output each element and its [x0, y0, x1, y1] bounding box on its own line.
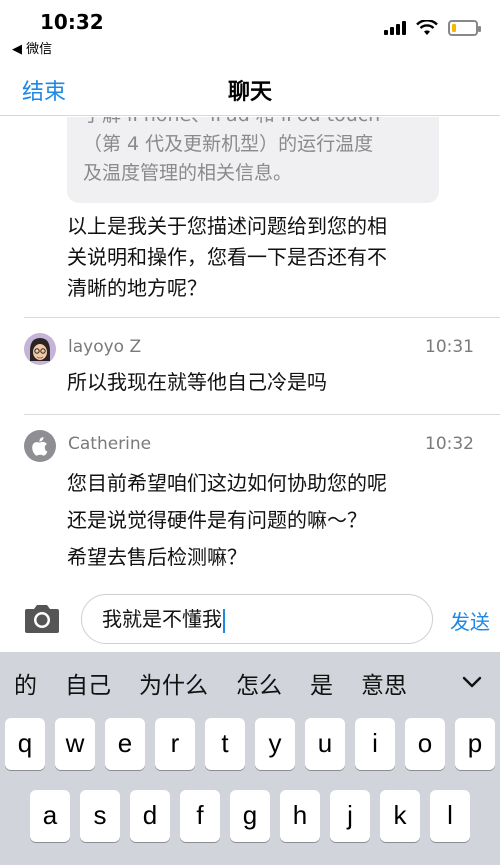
camera-icon[interactable] [22, 603, 62, 635]
key-o[interactable]: o [405, 718, 445, 770]
sender-name: Catherine [68, 434, 152, 454]
key-i[interactable]: i [355, 718, 395, 770]
candidate-word[interactable]: 怎么 [222, 666, 296, 700]
candidate-word[interactable]: 是 [296, 666, 347, 700]
message-time: 10:32 [425, 434, 474, 454]
message-header: Catherine 10:32 [24, 430, 474, 462]
quoted-line: （第 4 代及更新机型）的运行温度 [83, 133, 374, 155]
message-line: 还是说觉得硬件是有问题的嘛～？ [67, 508, 367, 532]
status-bar: 10:32 ◀ 微信 [0, 0, 500, 62]
status-icons [384, 20, 481, 36]
key-q[interactable]: q [5, 718, 45, 770]
key-l[interactable]: l [430, 790, 470, 842]
key-row-1: qwertyuiop [0, 718, 500, 770]
message-line: 您目前希望咱们这边如何协助您的呢 [67, 471, 387, 495]
key-t[interactable]: t [205, 718, 245, 770]
nav-bar: 结束 聊天 [0, 62, 500, 116]
message-line: 清晰的地方呢？ [67, 276, 207, 300]
key-e[interactable]: e [105, 718, 145, 770]
message-line: 关说明和操作，您看一下是否还有不 [67, 245, 387, 269]
quoted-line: 了解 iPhone、iPad 和 iPod touch [83, 117, 423, 130]
message-divider [24, 414, 500, 415]
key-u[interactable]: u [305, 718, 345, 770]
key-p[interactable]: p [455, 718, 495, 770]
key-y[interactable]: y [255, 718, 295, 770]
back-to-app-link[interactable]: ◀ 微信 [12, 38, 52, 57]
chat-transcript[interactable]: 了解 iPhone、iPad 和 iPod touch （第 4 代及更新机型）… [0, 117, 500, 590]
message-header: layoyo Z 10:31 [24, 333, 474, 365]
quoted-line: 及温度管理的相关信息。 [83, 162, 293, 184]
battery-icon [448, 20, 481, 36]
key-k[interactable]: k [380, 790, 420, 842]
candidate-word[interactable]: 自己 [51, 666, 125, 700]
key-h[interactable]: h [280, 790, 320, 842]
message-line: 所以我现在就等他自己冷是吗 [67, 370, 327, 394]
candidate-bar: 的 自己 为什么 怎么 是 意思 [0, 652, 500, 714]
key-g[interactable]: g [230, 790, 270, 842]
candidate-word[interactable]: 为什么 [125, 666, 222, 700]
memoji-avatar [24, 333, 56, 365]
agent-message: 以上是我关于您描述问题给到您的相 关说明和操作，您看一下是否还有不 清晰的地方呢… [67, 211, 467, 304]
key-row-2: asdfghjkl [0, 790, 500, 842]
page-title: 聊天 [227, 80, 272, 105]
message-line: 以上是我关于您描述问题给到您的相 [67, 214, 387, 238]
message-divider [24, 317, 500, 318]
agent-message: 您目前希望咱们这边如何协助您的呢 还是说觉得硬件是有问题的嘛～？ 希望去售后检测… [67, 465, 467, 576]
compose-bar: 我就是不懂我 发送 [0, 590, 500, 652]
input-value: 我就是不懂我 [102, 607, 222, 631]
user-message: 所以我现在就等他自己冷是吗 [67, 367, 467, 398]
key-w[interactable]: w [55, 718, 95, 770]
send-button[interactable]: 发送 [450, 606, 490, 635]
message-line: 希望去售后检测嘛？ [67, 545, 247, 569]
keyboard: 的 自己 为什么 怎么 是 意思 qwertyuiop asdfghjkl [0, 652, 500, 865]
key-a[interactable]: a [30, 790, 70, 842]
sender-name: layoyo Z [68, 337, 142, 357]
text-caret [223, 608, 225, 633]
apple-logo-avatar [24, 430, 56, 462]
chevron-down-icon[interactable] [460, 670, 484, 694]
message-time: 10:31 [425, 337, 474, 357]
key-r[interactable]: r [155, 718, 195, 770]
message-input[interactable]: 我就是不懂我 [81, 594, 433, 644]
key-d[interactable]: d [130, 790, 170, 842]
wifi-icon [416, 20, 438, 35]
key-f[interactable]: f [180, 790, 220, 842]
key-j[interactable]: j [330, 790, 370, 842]
candidate-word[interactable]: 意思 [347, 666, 421, 700]
signal-icon [384, 21, 406, 35]
status-time: 10:32 [40, 10, 104, 34]
battery-level [452, 24, 457, 32]
candidate-word[interactable]: 的 [0, 666, 51, 700]
quoted-article-bubble[interactable]: 了解 iPhone、iPad 和 iPod touch （第 4 代及更新机型）… [67, 117, 439, 203]
key-s[interactable]: s [80, 790, 120, 842]
